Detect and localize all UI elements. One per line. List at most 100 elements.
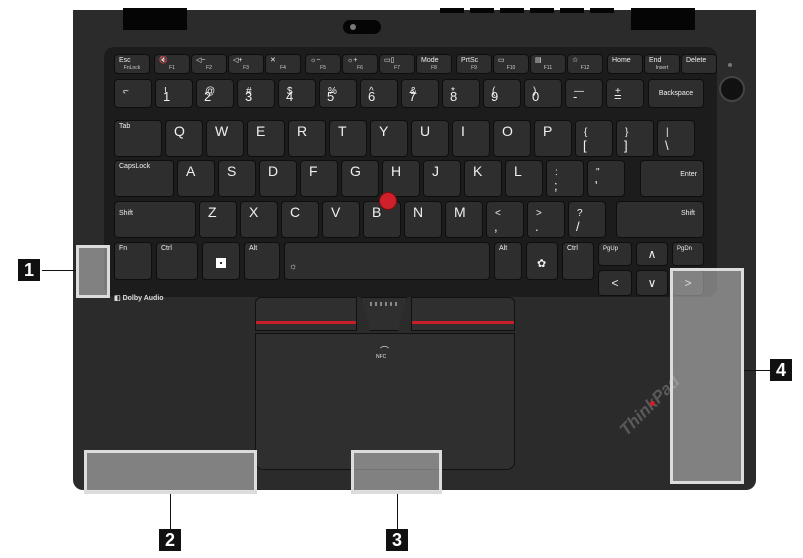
symbol-key[interactable]: :;: [546, 160, 584, 197]
fn-row-key[interactable]: ☆ F12: [567, 54, 603, 74]
fn-row-key[interactable]: ◁− F2: [191, 54, 227, 74]
copilot-key[interactable]: ✿: [526, 242, 558, 280]
letter-key[interactable]: M: [445, 201, 483, 238]
fn-row-key[interactable]: ✕ F4: [265, 54, 301, 74]
fn-row-key[interactable]: ▭ F10: [493, 54, 529, 74]
number-row-key[interactable]: ^ 6: [360, 79, 398, 108]
fn-row-key[interactable]: Home: [607, 54, 643, 74]
arrow-left-key[interactable]: <: [598, 270, 632, 296]
letter-key[interactable]: N: [404, 201, 442, 238]
letter-key[interactable]: T: [329, 120, 367, 157]
symbol-key[interactable]: | \: [657, 120, 695, 157]
letter-key[interactable]: O: [493, 120, 531, 157]
letter-key[interactable]: L: [505, 160, 543, 197]
right-alt-key[interactable]: Alt: [494, 242, 522, 280]
fn-row-key[interactable]: PrtSc F9: [456, 54, 492, 74]
power-button[interactable]: [719, 76, 745, 102]
arrow-down-key[interactable]: ∨: [636, 270, 668, 296]
key-upper-label: :: [555, 167, 558, 178]
letter-key[interactable]: W: [206, 120, 244, 157]
fn-row-key-sublabel: F7: [394, 65, 400, 71]
symbol-key[interactable]: " ': [587, 160, 625, 197]
symbol-key[interactable]: ? /: [568, 201, 606, 238]
fn-row-key[interactable]: ☼− F5: [305, 54, 341, 74]
trackpoint[interactable]: [379, 192, 397, 210]
letter-key[interactable]: Q: [165, 120, 203, 157]
number-row-key[interactable]: * 8: [442, 79, 480, 108]
left-alt-key[interactable]: Alt: [244, 242, 280, 280]
middle-click-button[interactable]: [361, 297, 407, 331]
capslock-key[interactable]: CapsLock: [114, 160, 174, 197]
fn-row-key-label: PrtSc: [461, 57, 479, 64]
letter-key[interactable]: P: [534, 120, 572, 157]
key-letter-label: U: [420, 123, 431, 139]
fn-row-key[interactable]: Mode F8: [416, 54, 452, 74]
right-shift-key[interactable]: Shift: [616, 201, 704, 238]
number-row-key[interactable]: (9: [483, 79, 521, 108]
fn-row-key[interactable]: ▭▯ F7: [379, 54, 415, 74]
spacebar-key[interactable]: ☼: [284, 242, 490, 280]
letter-key[interactable]: Z: [199, 201, 237, 238]
letter-key[interactable]: V: [322, 201, 360, 238]
key-letter-label: A: [186, 163, 196, 179]
number-row-key[interactable]: ~ `: [114, 79, 152, 108]
number-row-key[interactable]: % 5: [319, 79, 357, 108]
fn-row-key[interactable]: ☼+ F6: [342, 54, 378, 74]
letter-key[interactable]: A: [177, 160, 215, 197]
number-row-key[interactable]: @2: [196, 79, 234, 108]
letter-key[interactable]: D: [259, 160, 297, 197]
fn-row-key[interactable]: ◁+ F3: [228, 54, 264, 74]
letter-key[interactable]: S: [218, 160, 256, 197]
camera-shutter: [343, 20, 381, 34]
fn-row-key-label: ☼+: [347, 57, 358, 64]
fn-row-key[interactable]: 🔇 F1: [154, 54, 190, 74]
fn-row-key[interactable]: Delete: [681, 54, 717, 74]
key-upper-label: ?: [577, 208, 583, 219]
fn-row-key[interactable]: End Insert: [644, 54, 680, 74]
symbol-key[interactable]: {[: [575, 120, 613, 157]
left-shift-key[interactable]: Shift: [114, 201, 196, 238]
letter-key[interactable]: U: [411, 120, 449, 157]
symbol-key[interactable]: >.: [527, 201, 565, 238]
letter-key[interactable]: I: [452, 120, 490, 157]
number-row-key[interactable]: — -: [565, 79, 603, 108]
right-ctrl-key[interactable]: Ctrl: [562, 242, 594, 280]
letter-key[interactable]: R: [288, 120, 326, 157]
left-ctrl-key[interactable]: Ctrl: [156, 242, 198, 280]
left-click-button[interactable]: [255, 297, 357, 331]
symbol-key[interactable]: }]: [616, 120, 654, 157]
number-row-key[interactable]: ) 0: [524, 79, 562, 108]
fn-row-key-sublabel: F11: [543, 65, 553, 71]
tab-key[interactable]: Tab: [114, 120, 162, 157]
right-click-button[interactable]: [411, 297, 515, 331]
letter-key[interactable]: E: [247, 120, 285, 157]
number-row-key[interactable]: & 7: [401, 79, 439, 108]
number-row-key[interactable]: #3: [237, 79, 275, 108]
letter-key[interactable]: Y: [370, 120, 408, 157]
windows-key[interactable]: [202, 242, 240, 280]
trackpad-buttons: [255, 297, 515, 333]
fn-row-key[interactable]: ▤ F11: [530, 54, 566, 74]
letter-key[interactable]: J: [423, 160, 461, 197]
letter-key[interactable]: C: [281, 201, 319, 238]
pgdn-key[interactable]: PgDn: [672, 242, 704, 266]
number-row-key[interactable]: ! 1: [155, 79, 193, 108]
key-upper-label: {: [584, 127, 588, 138]
letter-key[interactable]: F: [300, 160, 338, 197]
number-row-key[interactable]: $4: [278, 79, 316, 108]
fn-key[interactable]: Fn: [114, 242, 152, 280]
fn-row-key-label: 🔇: [159, 57, 168, 64]
letter-key[interactable]: K: [464, 160, 502, 197]
callout-badge-1: 1: [18, 259, 40, 281]
letter-key[interactable]: X: [240, 201, 278, 238]
enter-key[interactable]: Enter: [640, 160, 704, 197]
arrow-up-key[interactable]: ∧: [636, 242, 668, 266]
key-lower-label: /: [576, 219, 580, 234]
backlight-icon: ☼: [289, 261, 298, 271]
backspace-key[interactable]: Backspace: [648, 79, 704, 108]
pgup-key[interactable]: PgUp: [598, 242, 632, 266]
letter-key[interactable]: G: [341, 160, 379, 197]
number-row-key[interactable]: + =: [606, 79, 644, 108]
fn-row-key[interactable]: Esc FnLock: [114, 54, 150, 74]
symbol-key[interactable]: <,: [486, 201, 524, 238]
